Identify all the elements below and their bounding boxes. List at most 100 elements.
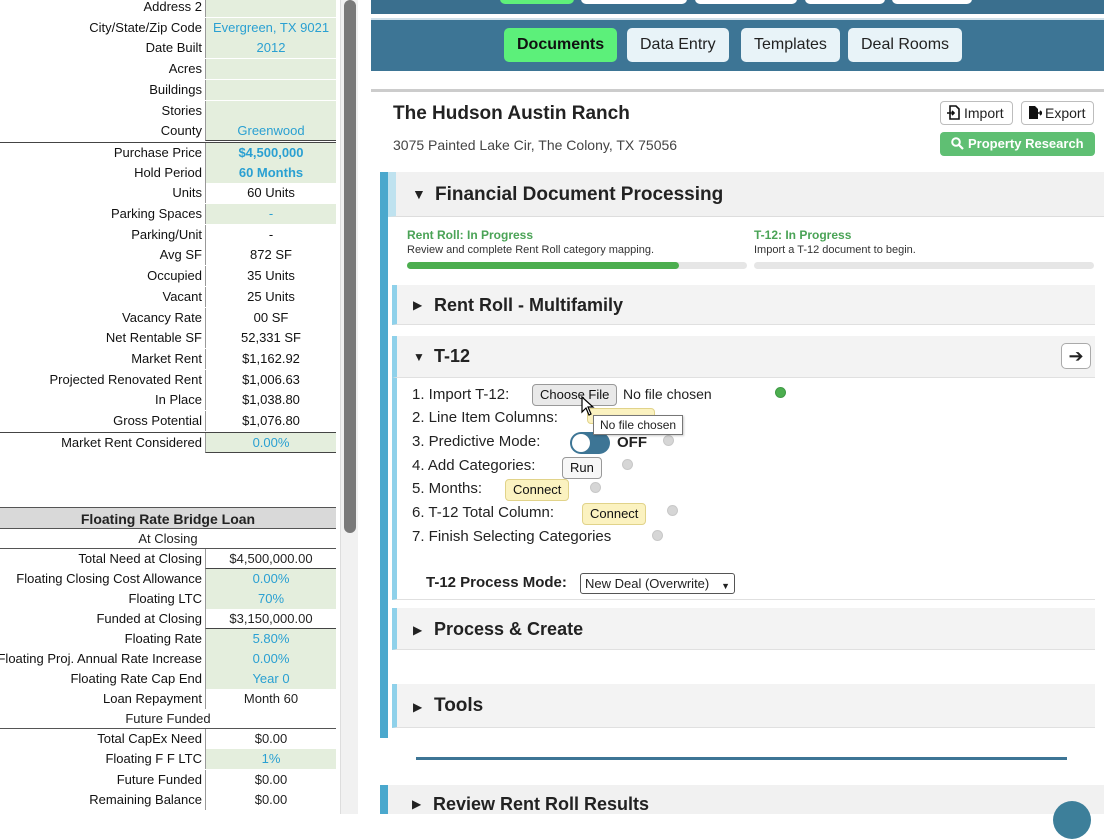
status-dot	[652, 530, 663, 541]
property-address: 3075 Painted Lake Cir, The Colony, TX 75…	[393, 137, 678, 153]
process-create-section-header[interactable]: ▶ Process & Create	[392, 608, 1095, 650]
field-value[interactable]: 00 SF	[205, 307, 336, 328]
field-value[interactable]: Greenwood	[205, 121, 336, 142]
run-button[interactable]: Run	[562, 457, 602, 479]
property-field-row: Vacancy Rate 00 SF	[0, 307, 336, 328]
status-dot-complete	[775, 387, 786, 398]
rent-roll-section-header[interactable]: ▶ Rent Roll - Multifamily	[392, 285, 1095, 325]
collapse-triangle-icon: ▼	[413, 350, 425, 364]
process-mode-value: New Deal (Overwrite)	[585, 576, 710, 591]
field-value[interactable]	[205, 79, 336, 100]
tab-data-entry[interactable]: Data Entry	[627, 28, 729, 62]
field-value[interactable]: $4,500,000	[205, 142, 336, 163]
field-value[interactable]: -	[205, 224, 336, 245]
property-field-row: Avg SF 872 SF	[0, 245, 336, 266]
field-value[interactable]: Month 60	[205, 689, 336, 709]
rent-roll-progress: Rent Roll: In Progress Review and comple…	[407, 228, 747, 269]
field-value[interactable]: 1%	[205, 749, 336, 770]
t12-description: Import a T-12 document to begin.	[754, 244, 916, 256]
import-button[interactable]: Import	[940, 101, 1013, 125]
field-label: Market Rent Considered	[61, 434, 202, 450]
field-value[interactable]: 0.00%	[205, 432, 336, 453]
field-label: Future Funded	[116, 771, 202, 787]
field-label: Projected Renovated Rent	[49, 371, 202, 387]
file-tooltip: No file chosen	[593, 415, 684, 435]
file-status-text: No file chosen	[623, 386, 712, 402]
tools-section-header[interactable]: ▶ Tools	[392, 684, 1095, 728]
field-value[interactable]: $0.00	[205, 769, 336, 790]
financial-processing-header[interactable]: ▼ Financial Document Processing	[388, 172, 1104, 217]
property-research-label: Property Research	[968, 136, 1084, 151]
floating-action-button[interactable]	[1053, 801, 1091, 839]
field-label: Floating F F LTC	[105, 751, 202, 767]
top-tab-stub[interactable]	[805, 0, 885, 4]
field-value[interactable]: $1,038.80	[205, 390, 336, 411]
field-value[interactable]: Year 0	[205, 669, 336, 689]
field-value[interactable]	[205, 0, 336, 17]
future-funded-subtitle: Future Funded	[0, 709, 336, 729]
field-value[interactable]: 52,331 SF	[205, 328, 336, 349]
review-rent-roll-header[interactable]: ▶ Review Rent Roll Results	[380, 785, 1104, 814]
field-value[interactable]: $1,006.63	[205, 369, 336, 390]
field-value[interactable]: 0.00%	[205, 649, 336, 669]
tab-deal-rooms[interactable]: Deal Rooms	[848, 28, 963, 62]
expand-triangle-icon: ▶	[413, 298, 423, 312]
tab-documents[interactable]: Documents	[504, 28, 618, 62]
months-connect-button[interactable]: Connect	[505, 479, 570, 501]
property-field-row: Parking/Unit -	[0, 224, 336, 245]
field-value[interactable]: $1,162.92	[205, 348, 336, 369]
field-value[interactable]: $1,076.80	[205, 411, 336, 431]
choose-file-button[interactable]: Choose File	[532, 384, 618, 406]
field-value[interactable]	[205, 100, 336, 121]
field-value[interactable]: 2012	[205, 38, 336, 59]
field-value[interactable]: 872 SF	[205, 245, 336, 266]
predictive-mode-state: OFF	[617, 434, 647, 451]
field-value[interactable]: -	[205, 204, 336, 224]
t12-next-arrow-button[interactable]: ➔	[1061, 343, 1091, 369]
top-tab-stub[interactable]	[500, 0, 574, 4]
field-value[interactable]: 35 Units	[205, 266, 336, 287]
field-value[interactable]: 25 Units	[205, 286, 336, 307]
field-value[interactable]: 5.80%	[205, 629, 336, 649]
loan-field-row: Floating Closing Cost Allowance 0.00%	[0, 569, 336, 589]
field-label: Net Rentable SF	[105, 330, 202, 346]
field-value[interactable]: Evergreen, TX 9021	[205, 17, 336, 38]
property-field-row: Units 60 Units	[0, 183, 336, 204]
rent-roll-section-title: Rent Roll - Multifamily	[434, 295, 623, 315]
field-label: Stories	[161, 102, 202, 118]
field-value[interactable]: $0.00	[205, 729, 336, 749]
export-button[interactable]: Export	[1021, 101, 1095, 125]
field-value[interactable]: $3,150,000.00	[205, 609, 336, 629]
import-label: Import	[964, 105, 1004, 121]
top-tab-stub[interactable]	[581, 0, 687, 4]
field-label: Vacant	[162, 288, 202, 304]
top-tab-stub[interactable]	[892, 0, 972, 4]
field-value[interactable]: $0.00	[205, 789, 336, 810]
field-value[interactable]: $4,500,000.00	[205, 549, 336, 569]
property-field-row: Projected Renovated Rent $1,006.63	[0, 369, 336, 390]
doc-nav-bar: Documents Data Entry Templates Deal Room…	[371, 18, 1104, 71]
field-label: Floating Rate	[124, 631, 202, 646]
predictive-mode-toggle[interactable]	[570, 432, 610, 454]
spreadsheet-pane: Address 2 City/State/Zip Code Evergreen, T…	[0, 0, 340, 814]
top-tab-stub[interactable]	[695, 0, 797, 4]
step-finish-categories: 7. Finish Selecting Categories	[412, 528, 612, 545]
field-label: Floating Proj. Annual Rate Increase	[0, 651, 202, 666]
file-export-icon	[1028, 104, 1044, 119]
property-research-button[interactable]: Property Research	[940, 132, 1095, 156]
t12-section-header[interactable]: ▼ T-12	[392, 336, 1095, 378]
future-field-row: Future Funded $0.00	[0, 769, 336, 790]
property-field-row: Gross Potential $1,076.80	[0, 411, 336, 431]
t12-section-body: 1. Import T-12: Choose File No file chos…	[392, 378, 1095, 600]
field-value[interactable]	[205, 59, 336, 80]
field-value[interactable]: 70%	[205, 589, 336, 609]
process-mode-select[interactable]: New Deal (Overwrite) ▼	[580, 573, 735, 594]
total-column-connect-button[interactable]: Connect	[582, 503, 647, 525]
scrollbar-thumb[interactable]	[344, 0, 356, 533]
field-value[interactable]: 60 Months	[205, 162, 336, 183]
tab-templates[interactable]: Templates	[741, 28, 840, 62]
field-label: Acres	[168, 61, 202, 77]
field-value[interactable]: 60 Units	[205, 183, 336, 204]
spreadsheet-scrollbar[interactable]	[340, 0, 358, 814]
field-value[interactable]: 0.00%	[205, 569, 336, 589]
